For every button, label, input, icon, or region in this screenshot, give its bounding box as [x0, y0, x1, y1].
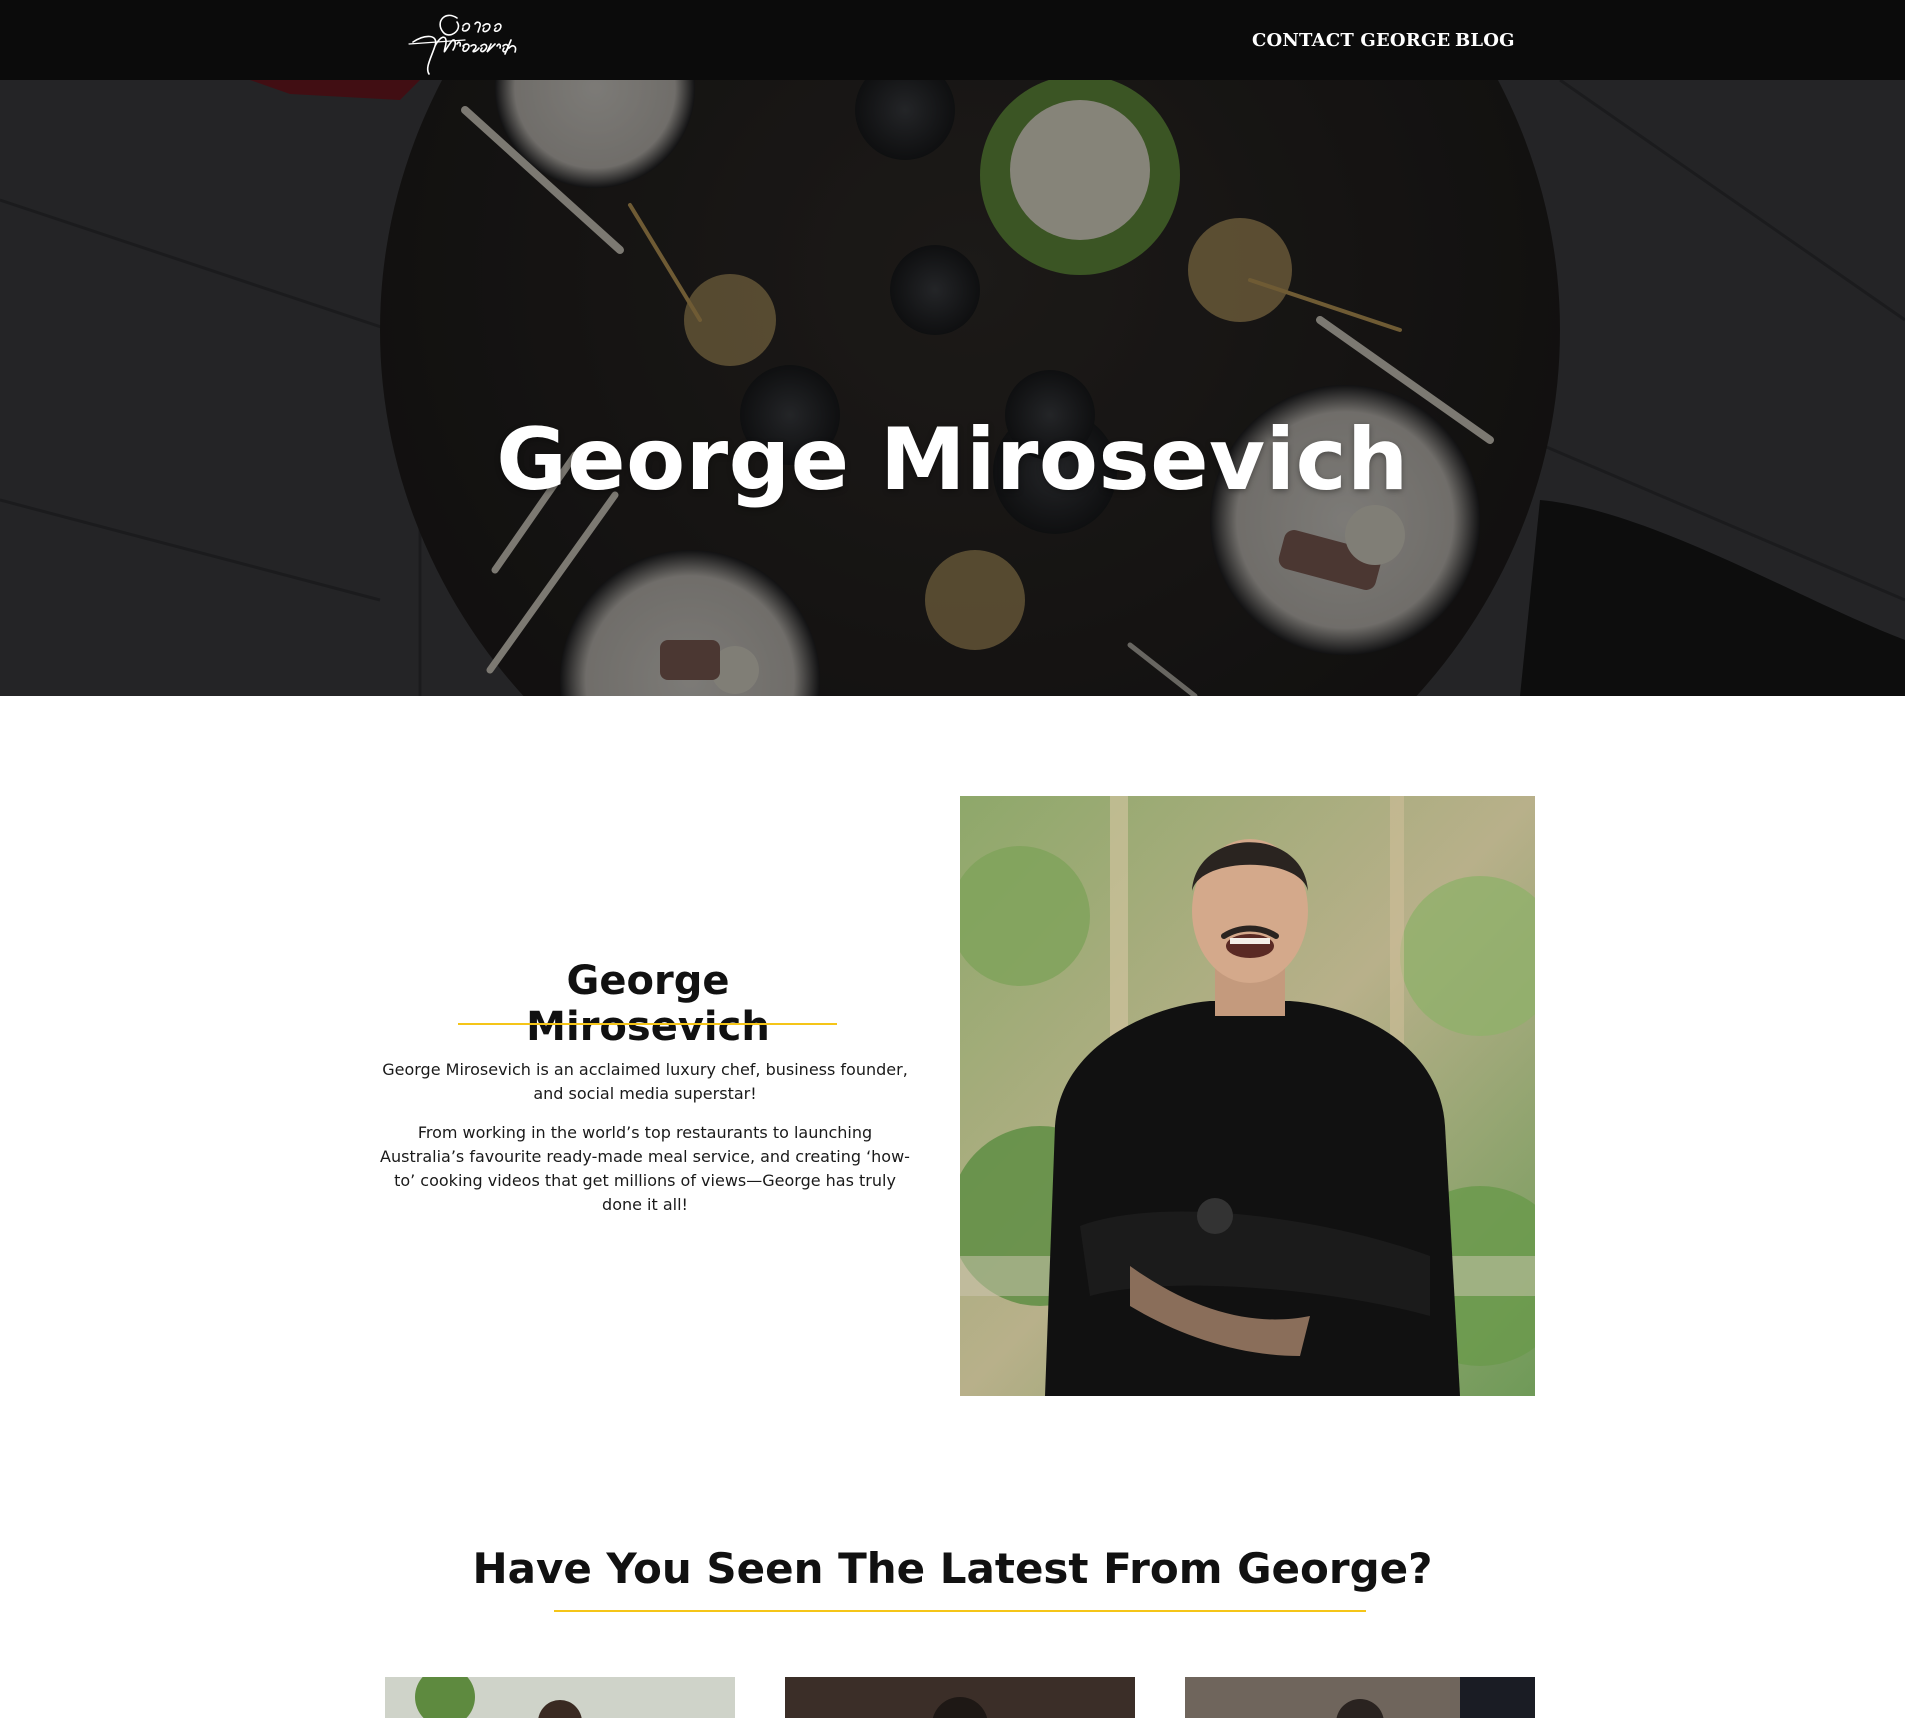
latest-card-2[interactable]: [785, 1677, 1135, 1718]
about-text: George Mirosevich is an acclaimed luxury…: [380, 1058, 910, 1232]
signature-logo-icon: [408, 14, 517, 75]
latest-card-1[interactable]: [385, 1677, 735, 1718]
hero-title: George Mirosevich: [496, 410, 1409, 510]
about-paragraph-1: George Mirosevich is an acclaimed luxury…: [382, 1060, 908, 1103]
nav-blog[interactable]: BLOG: [1455, 0, 1515, 80]
about-heading: George Mirosevich: [526, 958, 770, 1050]
site-header: CONTACT GEORGE BLOG: [0, 0, 1905, 80]
dinner-table-photo: [0, 80, 1905, 696]
portrait-photo: [960, 796, 1535, 1396]
site-logo[interactable]: [405, 4, 535, 76]
latest-post-3-thumbnail: [1185, 1677, 1535, 1718]
hero-banner: George Mirosevich: [0, 80, 1905, 696]
about-heading-underline: [458, 1023, 837, 1025]
latest-post-2-thumbnail: [785, 1677, 1135, 1718]
nav-contact-george[interactable]: CONTACT GEORGE: [1252, 0, 1450, 80]
latest-heading: Have You Seen The Latest From George?: [472, 1544, 1433, 1593]
latest-post-1-thumbnail: [385, 1677, 735, 1718]
george-portrait: [960, 796, 1535, 1396]
latest-card-3[interactable]: [1185, 1677, 1535, 1718]
latest-heading-underline: [554, 1610, 1366, 1612]
about-paragraph-2: From working in the world’s top restaura…: [380, 1123, 910, 1214]
